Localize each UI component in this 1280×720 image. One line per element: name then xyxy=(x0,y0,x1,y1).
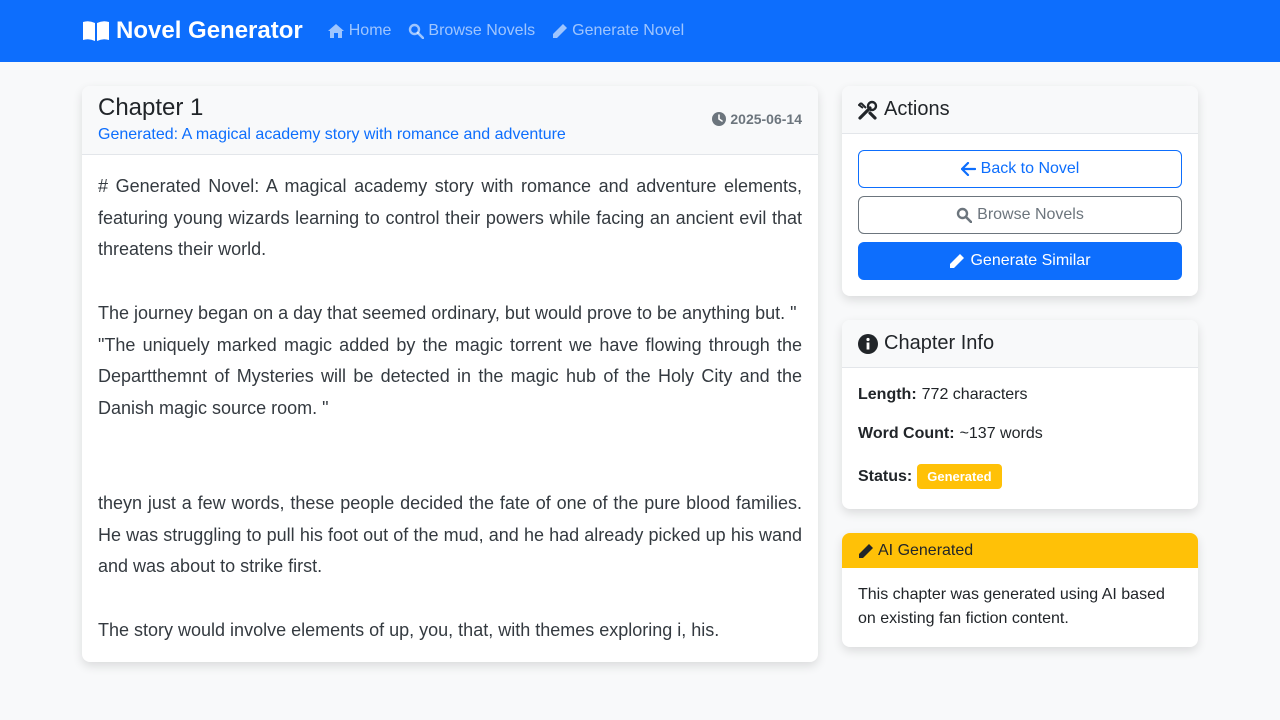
chapter-paragraph: The story would involve elements of up, … xyxy=(98,619,720,640)
actions-card: Actions Back to Novel Browse Novels Gene… xyxy=(842,86,1198,296)
nav-link-label: Home xyxy=(348,22,392,39)
chapter-header: Chapter 1 Generated: A magical academy s… xyxy=(82,86,818,155)
ai-generated-text: This chapter was generated using AI base… xyxy=(858,586,1165,627)
info-circle-icon xyxy=(858,333,878,354)
generate-similar-button[interactable]: Generate Similar xyxy=(858,242,1182,280)
length-row: Length: 772 characters xyxy=(858,386,1182,404)
book-open-icon xyxy=(83,21,109,41)
length-label: Length: xyxy=(858,386,917,403)
browse-novels-button[interactable]: Browse Novels xyxy=(858,196,1182,234)
ai-generated-header: AI Generated xyxy=(842,533,1198,568)
navbar: Novel Generator Home Browse Novels Gener… xyxy=(0,0,1280,62)
word-count-row: Word Count: ~137 words xyxy=(858,425,1182,443)
back-to-novel-label: Back to Novel xyxy=(980,160,1080,177)
actions-header: Actions xyxy=(842,86,1198,134)
arrow-left-icon xyxy=(960,162,976,176)
search-icon xyxy=(409,23,425,39)
status-label: Status: xyxy=(858,467,913,485)
chapter-content: # Generated Novel: A magical academy sto… xyxy=(82,155,818,662)
tools-icon xyxy=(858,100,878,120)
search-icon xyxy=(956,207,973,223)
generate-similar-label: Generate Similar xyxy=(970,252,1091,269)
chapter-subtitle: Generated: A magical academy story with … xyxy=(98,126,566,143)
pencil-icon xyxy=(553,24,568,38)
status-row: Status: Generated xyxy=(858,464,1182,489)
browse-novels-label: Browse Novels xyxy=(977,206,1084,223)
chapter-paragraph: The journey began on a day that seemed o… xyxy=(98,302,797,323)
ai-generated-card: AI Generated This chapter was generated … xyxy=(842,533,1198,647)
home-icon xyxy=(327,24,344,38)
nav-link-home[interactable]: Home xyxy=(327,22,392,40)
pencil-icon xyxy=(859,543,873,558)
brand-link[interactable]: Novel Generator xyxy=(82,17,303,45)
nav-link-label: Generate Novel xyxy=(572,22,685,39)
length-value: 772 characters xyxy=(921,386,1028,403)
actions-title: Actions xyxy=(884,98,950,120)
word-count-value: ~137 words xyxy=(959,425,1043,442)
word-count-label: Word Count: xyxy=(858,425,955,442)
chapter-info-title: Chapter Info xyxy=(884,332,995,354)
nav-link-browse-novels[interactable]: Browse Novels xyxy=(408,22,535,40)
chapter-info-card: Chapter Info Length: 772 characters Word… xyxy=(842,320,1198,509)
clock-icon xyxy=(712,112,727,126)
chapter-paragraph: # Generated Novel: A magical academy sto… xyxy=(98,176,802,260)
chapter-date-text: 2025-06-14 xyxy=(730,111,802,127)
status-badge: Generated xyxy=(917,464,1002,489)
chapter-title: Chapter 1 xyxy=(98,94,204,121)
nav-link-label: Browse Novels xyxy=(428,22,536,39)
chapter-card: Chapter 1 Generated: A magical academy s… xyxy=(82,86,818,662)
chapter-date: 2025-06-14 xyxy=(712,111,802,127)
back-to-novel-button[interactable]: Back to Novel xyxy=(858,150,1182,188)
chapter-info-header: Chapter Info xyxy=(842,320,1198,368)
chapter-paragraph: theyn just a few words, these people dec… xyxy=(98,492,802,577)
pencil-icon xyxy=(950,254,965,268)
chapter-paragraph: "The uniquely marked magic added by the … xyxy=(98,334,802,418)
ai-generated-title: AI Generated xyxy=(878,541,974,559)
nav-link-generate-novel[interactable]: Generate Novel xyxy=(552,22,684,40)
page-content: Chapter 1 Generated: A magical academy s… xyxy=(82,86,1198,671)
brand-title: Novel Generator xyxy=(116,17,303,44)
